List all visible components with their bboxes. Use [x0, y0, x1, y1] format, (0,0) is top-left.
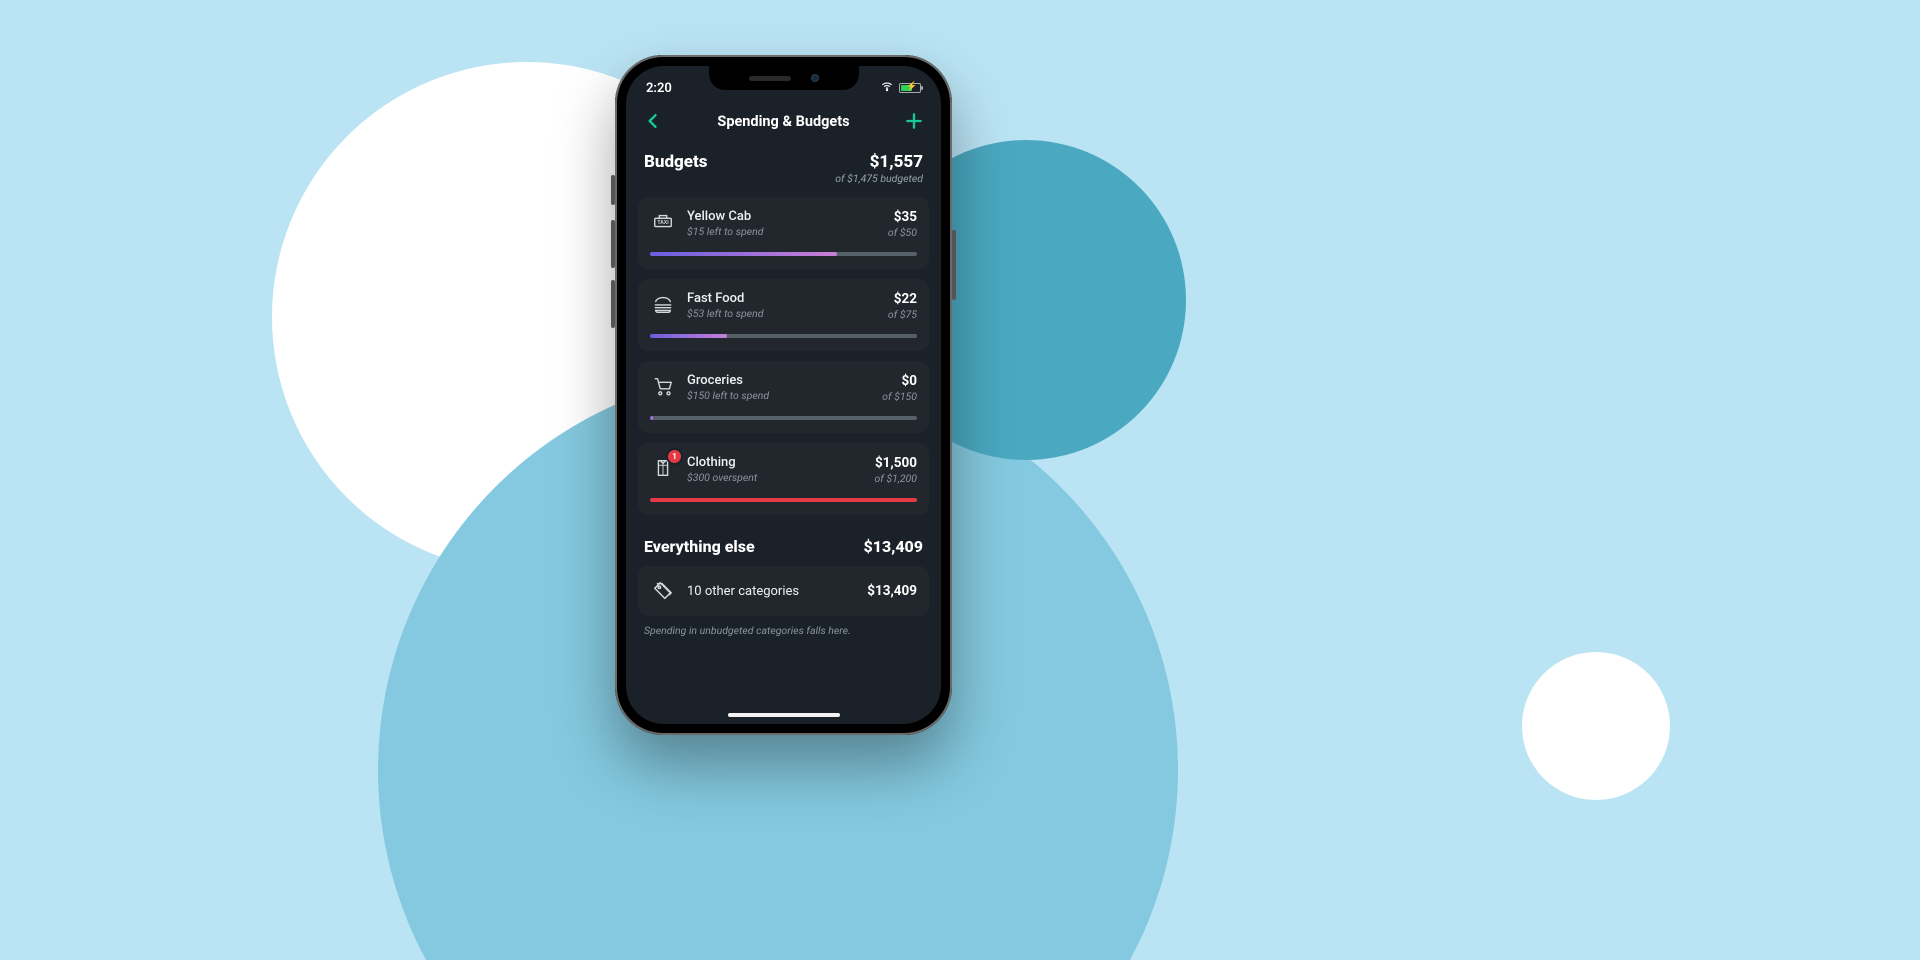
everything-else-total: $13,409 [864, 537, 923, 556]
everything-else-row[interactable]: 10 other categories $13,409 [638, 566, 929, 616]
front-camera [811, 74, 819, 82]
back-button[interactable] [640, 108, 666, 134]
budget-progress [650, 416, 917, 420]
budget-progress [650, 334, 917, 338]
budgets-summary: Budgets $1,557 of $1,475 budgeted [638, 146, 929, 197]
budget-progress [650, 498, 917, 502]
alert-badge: 1 [668, 450, 681, 463]
budget-list: Yellow Cab $15 left to spend $35 of $50 … [638, 197, 929, 515]
everything-else-hint: Spending in unbudgeted categories falls … [638, 616, 929, 637]
budget-limit: of $1,200 [874, 472, 917, 485]
wifi-icon [880, 79, 894, 97]
status-time: 2:20 [646, 81, 672, 96]
budget-subtext: $300 overspent [687, 471, 863, 484]
budgets-total-note: of $1,475 budgeted [835, 172, 923, 185]
content: Budgets $1,557 of $1,475 budgeted Yellow… [626, 140, 941, 637]
budget-progress [650, 252, 917, 256]
nav-bar: Spending & Budgets [626, 102, 941, 140]
budget-name: Groceries [687, 373, 871, 388]
budget-subtext: $53 left to spend [687, 307, 877, 320]
budget-spent: $0 [882, 373, 917, 389]
budget-limit: of $50 [888, 226, 917, 239]
budget-subtext: $15 left to spend [687, 225, 877, 238]
budget-name: Clothing [687, 455, 863, 470]
volume-up-button [611, 220, 615, 268]
budget-card[interactable]: Groceries $150 left to spend $0 of $150 [638, 361, 929, 433]
budgets-total-spent: $1,557 [835, 152, 923, 172]
budget-spent: $1,500 [874, 455, 917, 471]
home-indicator[interactable] [728, 713, 840, 717]
shirt-icon: 1 [650, 455, 676, 479]
everything-else-title: Everything else [644, 537, 755, 556]
mute-switch [611, 175, 615, 205]
cart-icon [650, 373, 676, 397]
budget-subtext: $150 left to spend [687, 389, 871, 402]
budget-card[interactable]: Fast Food $53 left to spend $22 of $75 [638, 279, 929, 351]
phone-frame: 2:20 ⚡ Spending & Budgets Budgets [615, 55, 952, 735]
everything-else-summary: Everything else $13,409 [638, 525, 929, 566]
speaker-grille [749, 76, 791, 81]
everything-else-row-amount: $13,409 [867, 583, 917, 599]
budget-name: Yellow Cab [687, 209, 877, 224]
taxi-icon [650, 209, 676, 233]
phone-screen: 2:20 ⚡ Spending & Budgets Budgets [626, 66, 941, 724]
budget-progress-fill [650, 334, 727, 338]
notch [709, 66, 859, 90]
budget-card[interactable]: 1 Clothing $300 overspent $1,500 of $1,2… [638, 443, 929, 515]
budget-spent: $22 [888, 291, 917, 307]
burger-icon [650, 291, 676, 315]
battery-icon: ⚡ [899, 83, 921, 93]
add-button[interactable] [901, 108, 927, 134]
budget-spent: $35 [888, 209, 917, 225]
side-button [952, 230, 956, 300]
budget-limit: of $75 [888, 308, 917, 321]
budget-progress-fill [650, 252, 837, 256]
budget-card[interactable]: Yellow Cab $15 left to spend $35 of $50 [638, 197, 929, 269]
volume-down-button [611, 280, 615, 328]
tags-icon [650, 580, 676, 602]
bg-circle-white-small [1522, 652, 1670, 800]
budget-limit: of $150 [882, 390, 917, 403]
budget-progress-fill [650, 498, 917, 502]
everything-else-row-label: 10 other categories [687, 584, 856, 599]
budget-name: Fast Food [687, 291, 877, 306]
budget-progress-fill [650, 416, 653, 420]
page-title: Spending & Budgets [717, 113, 849, 130]
budgets-title: Budgets [644, 152, 708, 172]
